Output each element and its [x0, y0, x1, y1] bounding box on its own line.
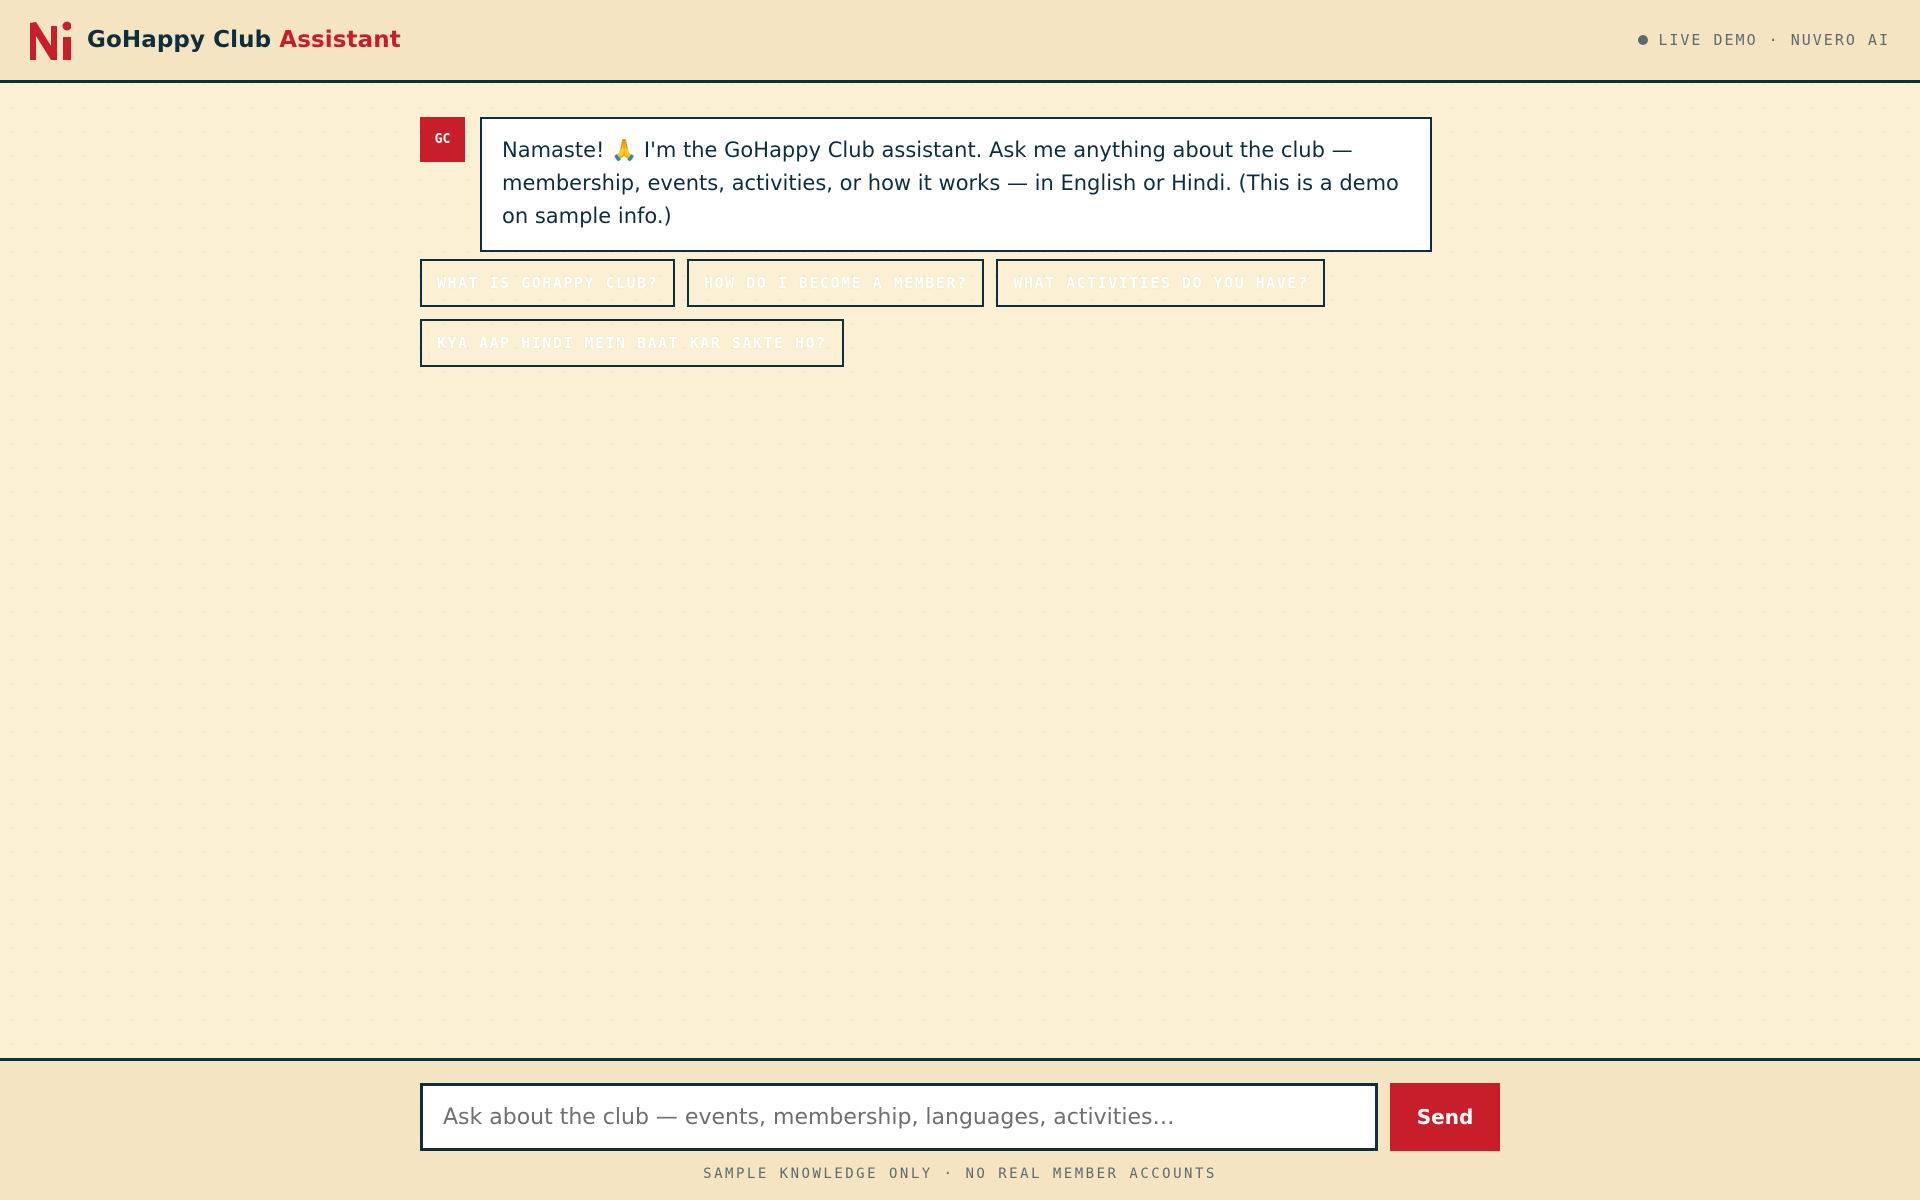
message-input[interactable] [420, 1083, 1378, 1151]
brand: GoHappy Club Assistant [30, 20, 401, 61]
status-dot-icon [1638, 35, 1649, 45]
suggestion-become-member[interactable]: HOW DO I BECOME A MEMBER? [687, 259, 985, 307]
nuvero-logo-icon [30, 21, 71, 60]
live-demo-label: LIVE DEMO · NUVERO AI [1658, 31, 1890, 49]
app-title-main: GoHappy Club [87, 27, 272, 53]
message-composer: Send SAMPLE KNOWLEDGE ONLY · NO REAL MEM… [0, 1058, 1920, 1200]
disclaimer-text: SAMPLE KNOWLEDGE ONLY · NO REAL MEMBER A… [703, 1166, 1217, 1182]
suggestion-hindi[interactable]: KYA AAP HINDI MEIN BAAT KAR SAKTE HO? [420, 319, 844, 367]
app-header: GoHappy Club Assistant LIVE DEMO · NUVER… [0, 0, 1920, 83]
assistant-message-bubble: Namaste! 🙏 I'm the GoHappy Club assistan… [480, 117, 1432, 252]
live-demo-status: LIVE DEMO · NUVERO AI [1638, 31, 1890, 49]
send-button[interactable]: Send [1390, 1083, 1500, 1151]
assistant-avatar: GC [420, 117, 465, 162]
assistant-message: GC Namaste! 🙏 I'm the GoHappy Club assis… [420, 117, 1432, 252]
app-title: GoHappy Club Assistant [87, 27, 401, 53]
app-title-accent: Assistant [279, 27, 401, 53]
suggestion-what-is-gohappy[interactable]: WHAT IS GOHAPPY CLUB? [420, 259, 676, 307]
suggestion-activities[interactable]: WHAT ACTIVITIES DO YOU HAVE? [996, 259, 1326, 307]
suggestion-chips: WHAT IS GOHAPPY CLUB? HOW DO I BECOME A … [420, 259, 1380, 367]
